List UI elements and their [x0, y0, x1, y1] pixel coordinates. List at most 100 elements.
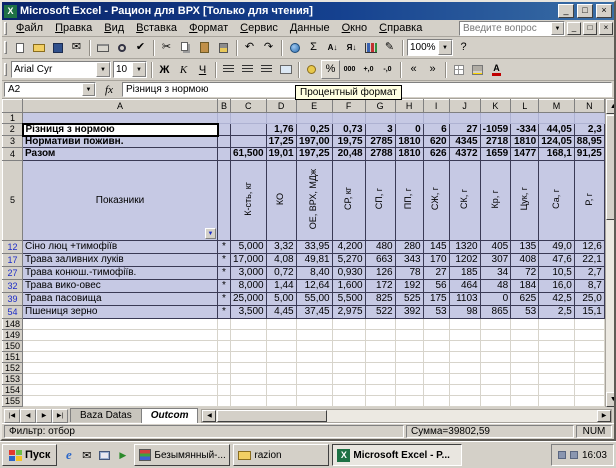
start-button[interactable]: Пуск [2, 444, 57, 466]
sheet-tab-outcom[interactable]: Outcom [141, 408, 199, 423]
last-sheet-button[interactable]: ▶| [52, 409, 68, 423]
taskbar-task-untitled-paint[interactable]: Безымянный-... [134, 444, 230, 466]
save-button[interactable] [48, 38, 67, 57]
cell-C17[interactable]: 17,000 [231, 254, 267, 267]
cell-A1[interactable] [23, 113, 218, 124]
cell-C2[interactable] [231, 124, 267, 136]
increase-decimal-button[interactable]: +,0 [359, 60, 378, 79]
cell-G149[interactable] [365, 330, 395, 341]
menu-item-data[interactable]: Данные [284, 21, 336, 35]
cell-D4[interactable]: 19,01 [266, 148, 296, 161]
cell-C27[interactable]: 3,000 [231, 267, 267, 280]
row-header-2[interactable]: 2 [3, 124, 23, 136]
cell-K152[interactable] [480, 363, 511, 374]
row-header-152[interactable]: 152 [3, 363, 23, 374]
row-header-54[interactable]: 54 [3, 306, 23, 319]
minimize-button[interactable]: _ [558, 4, 574, 18]
taskbar-task-razion-folder[interactable]: razion [233, 444, 329, 466]
cell-A17[interactable]: Трава заливних луків [23, 254, 218, 267]
cell-A153[interactable] [23, 374, 218, 385]
cell-E12[interactable]: 33,95 [296, 241, 332, 254]
menu-item-file[interactable]: Файл [10, 21, 49, 35]
cell-G154[interactable] [365, 385, 395, 396]
cell-K153[interactable] [480, 374, 511, 385]
scroll-left-button[interactable]: ◀ [202, 410, 216, 422]
cell-H152[interactable] [395, 363, 423, 374]
cell-D150[interactable] [266, 341, 296, 352]
cell-K27[interactable]: 34 [480, 267, 511, 280]
cell-J32[interactable]: 464 [449, 280, 480, 293]
cell-D32[interactable]: 1,44 [266, 280, 296, 293]
cell-F27[interactable]: 0,930 [332, 267, 365, 280]
cell-J155[interactable] [449, 396, 480, 407]
menu-item-format[interactable]: Формат [183, 21, 234, 35]
cell-A3[interactable]: Нормативи поживн. [23, 136, 218, 148]
cell-F148[interactable] [332, 319, 365, 330]
row-header-150[interactable]: 150 [3, 341, 23, 352]
sort-descending-button[interactable]: Я↓ [342, 38, 361, 57]
cell-A154[interactable] [23, 385, 218, 396]
cell-J154[interactable] [449, 385, 480, 396]
cell-J2[interactable]: 27 [449, 124, 480, 136]
cell-E154[interactable] [296, 385, 332, 396]
cell-N27[interactable]: 2,7 [574, 267, 604, 280]
cell-J12[interactable]: 1320 [449, 241, 480, 254]
percent-button[interactable]: % [321, 60, 340, 79]
maximize-button[interactable]: □ [577, 4, 593, 18]
cell-B155[interactable] [218, 396, 231, 407]
cell-I32[interactable]: 56 [423, 280, 449, 293]
cell-B148[interactable] [218, 319, 231, 330]
cell-M149[interactable] [539, 330, 575, 341]
cell-D152[interactable] [266, 363, 296, 374]
cut-button[interactable]: ✂ [157, 38, 176, 57]
cell-K54[interactable]: 865 [480, 306, 511, 319]
row-header-1[interactable]: 1 [3, 113, 23, 124]
cell-M1[interactable] [539, 113, 575, 124]
cell-N151[interactable] [574, 352, 604, 363]
cell-M17[interactable]: 47,6 [539, 254, 575, 267]
column-header-C[interactable]: C [231, 100, 267, 113]
cell-F32[interactable]: 1,600 [332, 280, 365, 293]
cell-M27[interactable]: 10,5 [539, 267, 575, 280]
drawing-button[interactable]: ✎ [380, 38, 399, 57]
row-header-27[interactable]: 27 [3, 267, 23, 280]
redo-button[interactable]: ↷ [259, 38, 278, 57]
cell-J148[interactable] [449, 319, 480, 330]
align-left-button[interactable] [219, 60, 238, 79]
cell-C39[interactable]: 25,000 [231, 293, 267, 306]
cell-L2[interactable]: -334 [511, 124, 539, 136]
paste-button[interactable] [195, 38, 214, 57]
cell-M155[interactable] [539, 396, 575, 407]
cell-I2[interactable]: 6 [423, 124, 449, 136]
cell-E3[interactable]: 197,00 [296, 136, 332, 148]
column-header-H[interactable]: H [395, 100, 423, 113]
print-button[interactable] [93, 38, 112, 57]
undo-button[interactable]: ↶ [240, 38, 259, 57]
cell-E149[interactable] [296, 330, 332, 341]
row-header-151[interactable]: 151 [3, 352, 23, 363]
cell-L17[interactable]: 408 [511, 254, 539, 267]
quicklaunch-outlook[interactable]: ✉ [78, 447, 95, 464]
cell-H151[interactable] [395, 352, 423, 363]
cell-C148[interactable] [231, 319, 267, 330]
cell-N3[interactable]: 88,95 [574, 136, 604, 148]
cell-N155[interactable] [574, 396, 604, 407]
row-header-148[interactable]: 148 [3, 319, 23, 330]
cell-G39[interactable]: 825 [365, 293, 395, 306]
cell-N153[interactable] [574, 374, 604, 385]
cell-M152[interactable] [539, 363, 575, 374]
cell-G150[interactable] [365, 341, 395, 352]
cell-D153[interactable] [266, 374, 296, 385]
row-header-155[interactable]: 155 [3, 396, 23, 407]
bold-button[interactable]: Ж [155, 60, 174, 79]
cell-I54[interactable]: 53 [423, 306, 449, 319]
question-box[interactable]: Введите вопрос ▼ [459, 21, 565, 36]
quicklaunch-show-desktop[interactable] [96, 447, 113, 464]
cell-L39[interactable]: 625 [511, 293, 539, 306]
cell-J4[interactable]: 4372 [449, 148, 480, 161]
cell-I152[interactable] [423, 363, 449, 374]
cell-H149[interactable] [395, 330, 423, 341]
cell-H153[interactable] [395, 374, 423, 385]
copy-button[interactable] [176, 38, 195, 57]
cell-I155[interactable] [423, 396, 449, 407]
